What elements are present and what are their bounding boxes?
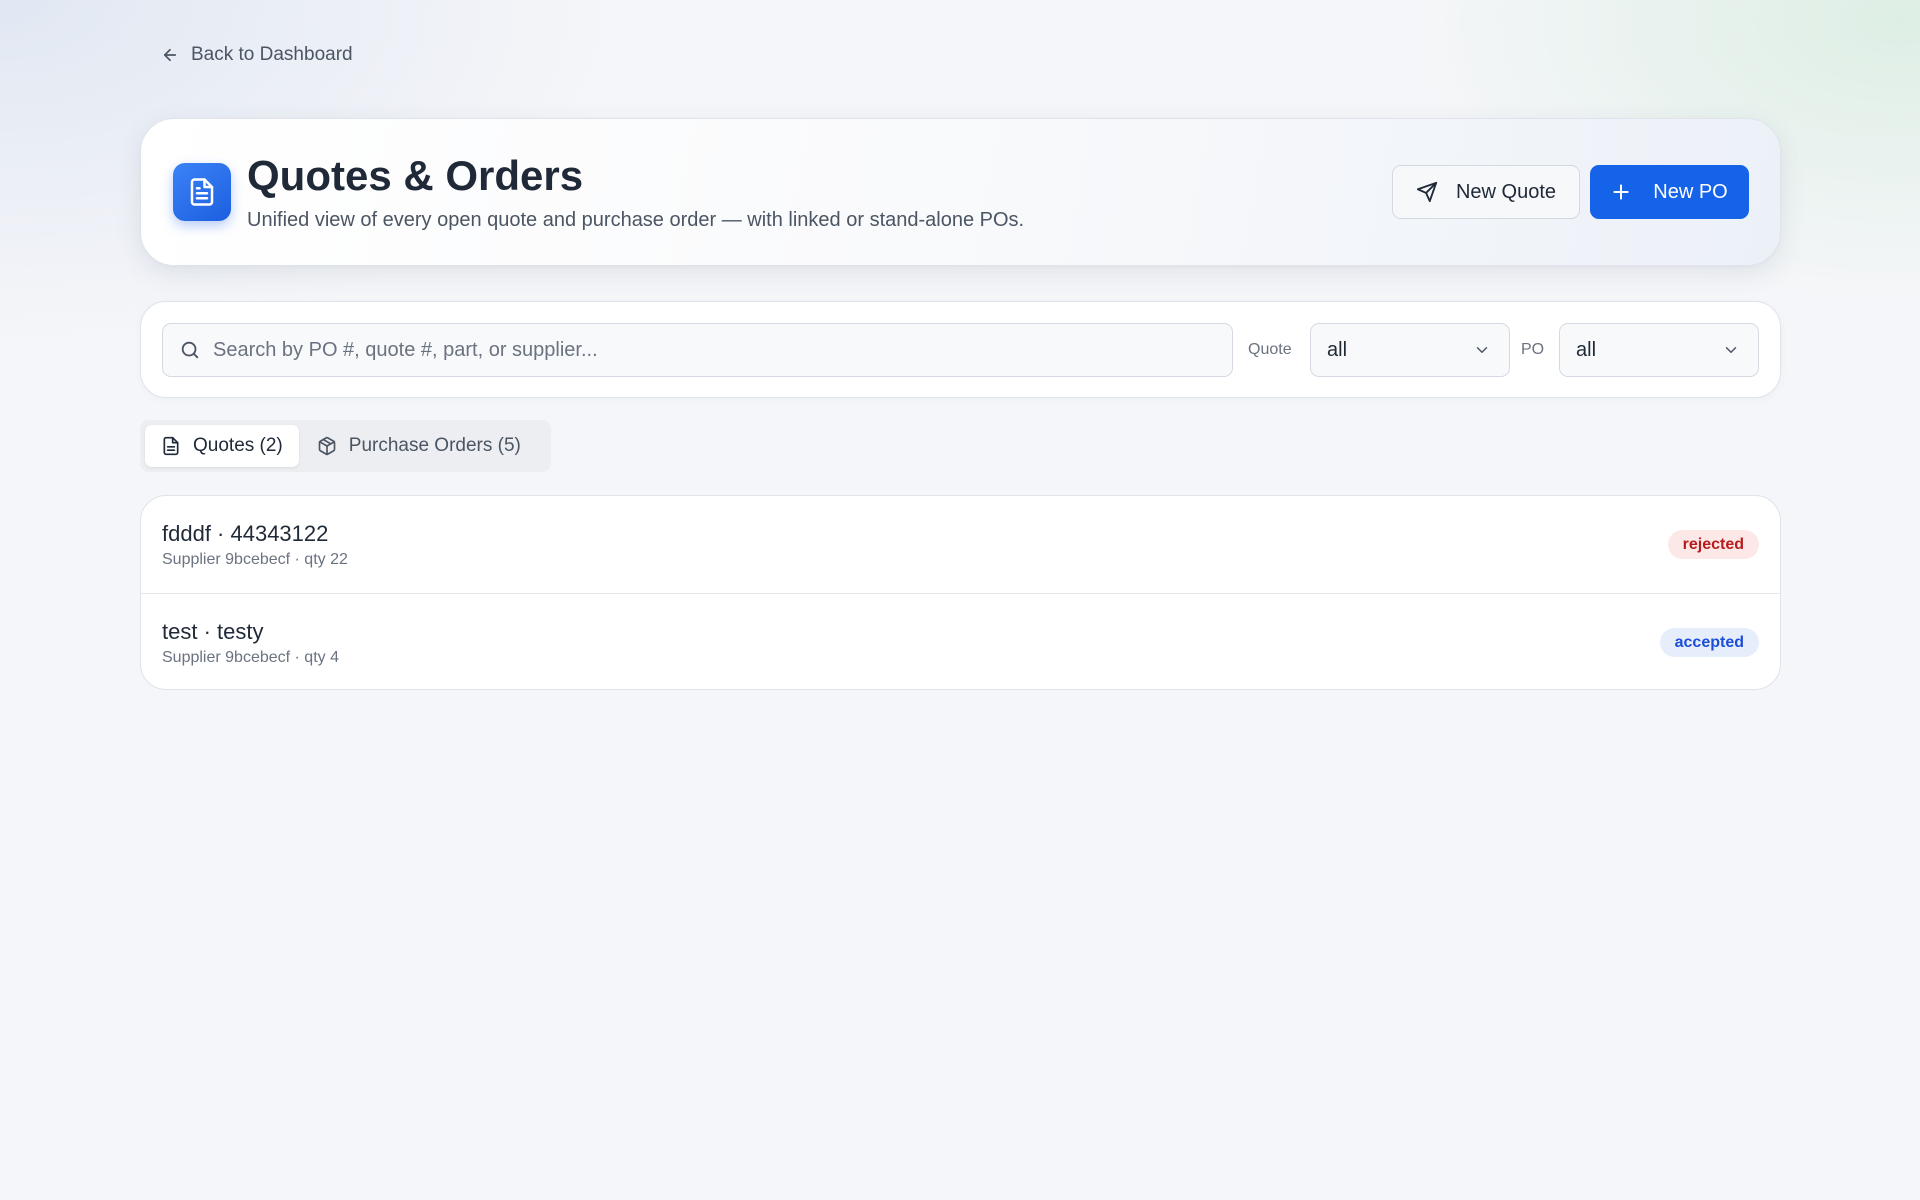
plus-icon xyxy=(1611,182,1631,202)
new-po-label: New PO xyxy=(1653,180,1728,203)
arrow-left-icon xyxy=(161,46,179,64)
tab-purchase-orders[interactable]: Purchase Orders (5) xyxy=(301,425,537,467)
status-badge: accepted xyxy=(1659,628,1759,657)
back-link-label: Back to Dashboard xyxy=(191,44,353,65)
quote-status-select[interactable]: all xyxy=(1310,323,1510,377)
back-to-dashboard-link[interactable]: Back to Dashboard xyxy=(161,44,353,66)
quote-status-value: all xyxy=(1327,338,1348,361)
filter-bar: Quote all PO all xyxy=(140,301,1781,398)
new-po-button[interactable]: New PO xyxy=(1590,165,1749,219)
send-icon xyxy=(1416,181,1438,203)
document-icon xyxy=(161,436,181,456)
page-subtitle: Unified view of every open quote and pur… xyxy=(247,209,1025,231)
document-icon xyxy=(187,177,217,207)
quote-title: test · testy xyxy=(162,619,264,644)
quote-subtitle: Supplier 9bcebecf · qty 22 xyxy=(162,551,348,568)
package-icon xyxy=(317,436,337,456)
po-status-value: all xyxy=(1576,338,1597,361)
tab-quotes[interactable]: Quotes (2) xyxy=(145,425,299,467)
quote-title: fdddf · 44343122 xyxy=(162,521,329,546)
header-logo xyxy=(173,163,231,221)
po-status-select[interactable]: all xyxy=(1559,323,1759,377)
page-title: Quotes & Orders xyxy=(247,152,584,199)
quotes-list: fdddf · 44343122 Supplier 9bcebecf · qty… xyxy=(140,495,1781,690)
tab-purchase-orders-label: Purchase Orders (5) xyxy=(348,435,521,456)
status-badge: rejected xyxy=(1667,530,1759,559)
view-tabs: Quotes (2) Purchase Orders (5) xyxy=(140,420,551,472)
po-filter-label: PO xyxy=(1521,341,1545,358)
new-quote-button[interactable]: New Quote xyxy=(1392,165,1580,219)
quote-subtitle: Supplier 9bcebecf · qty 4 xyxy=(162,649,339,666)
page-header-card: Quotes & Orders Unified view of every op… xyxy=(140,118,1781,266)
quote-filter-label: Quote xyxy=(1248,341,1292,358)
chevron-down-icon xyxy=(1473,341,1491,359)
list-item[interactable]: fdddf · 44343122 Supplier 9bcebecf · qty… xyxy=(141,496,1780,593)
list-item[interactable]: test · testy Supplier 9bcebecf · qty 4 a… xyxy=(141,593,1780,689)
search-icon xyxy=(179,339,201,361)
new-quote-label: New Quote xyxy=(1455,180,1557,203)
search-box[interactable] xyxy=(162,323,1233,377)
chevron-down-icon xyxy=(1722,341,1740,359)
search-input[interactable] xyxy=(213,338,1173,362)
tab-quotes-label: Quotes (2) xyxy=(193,435,283,456)
